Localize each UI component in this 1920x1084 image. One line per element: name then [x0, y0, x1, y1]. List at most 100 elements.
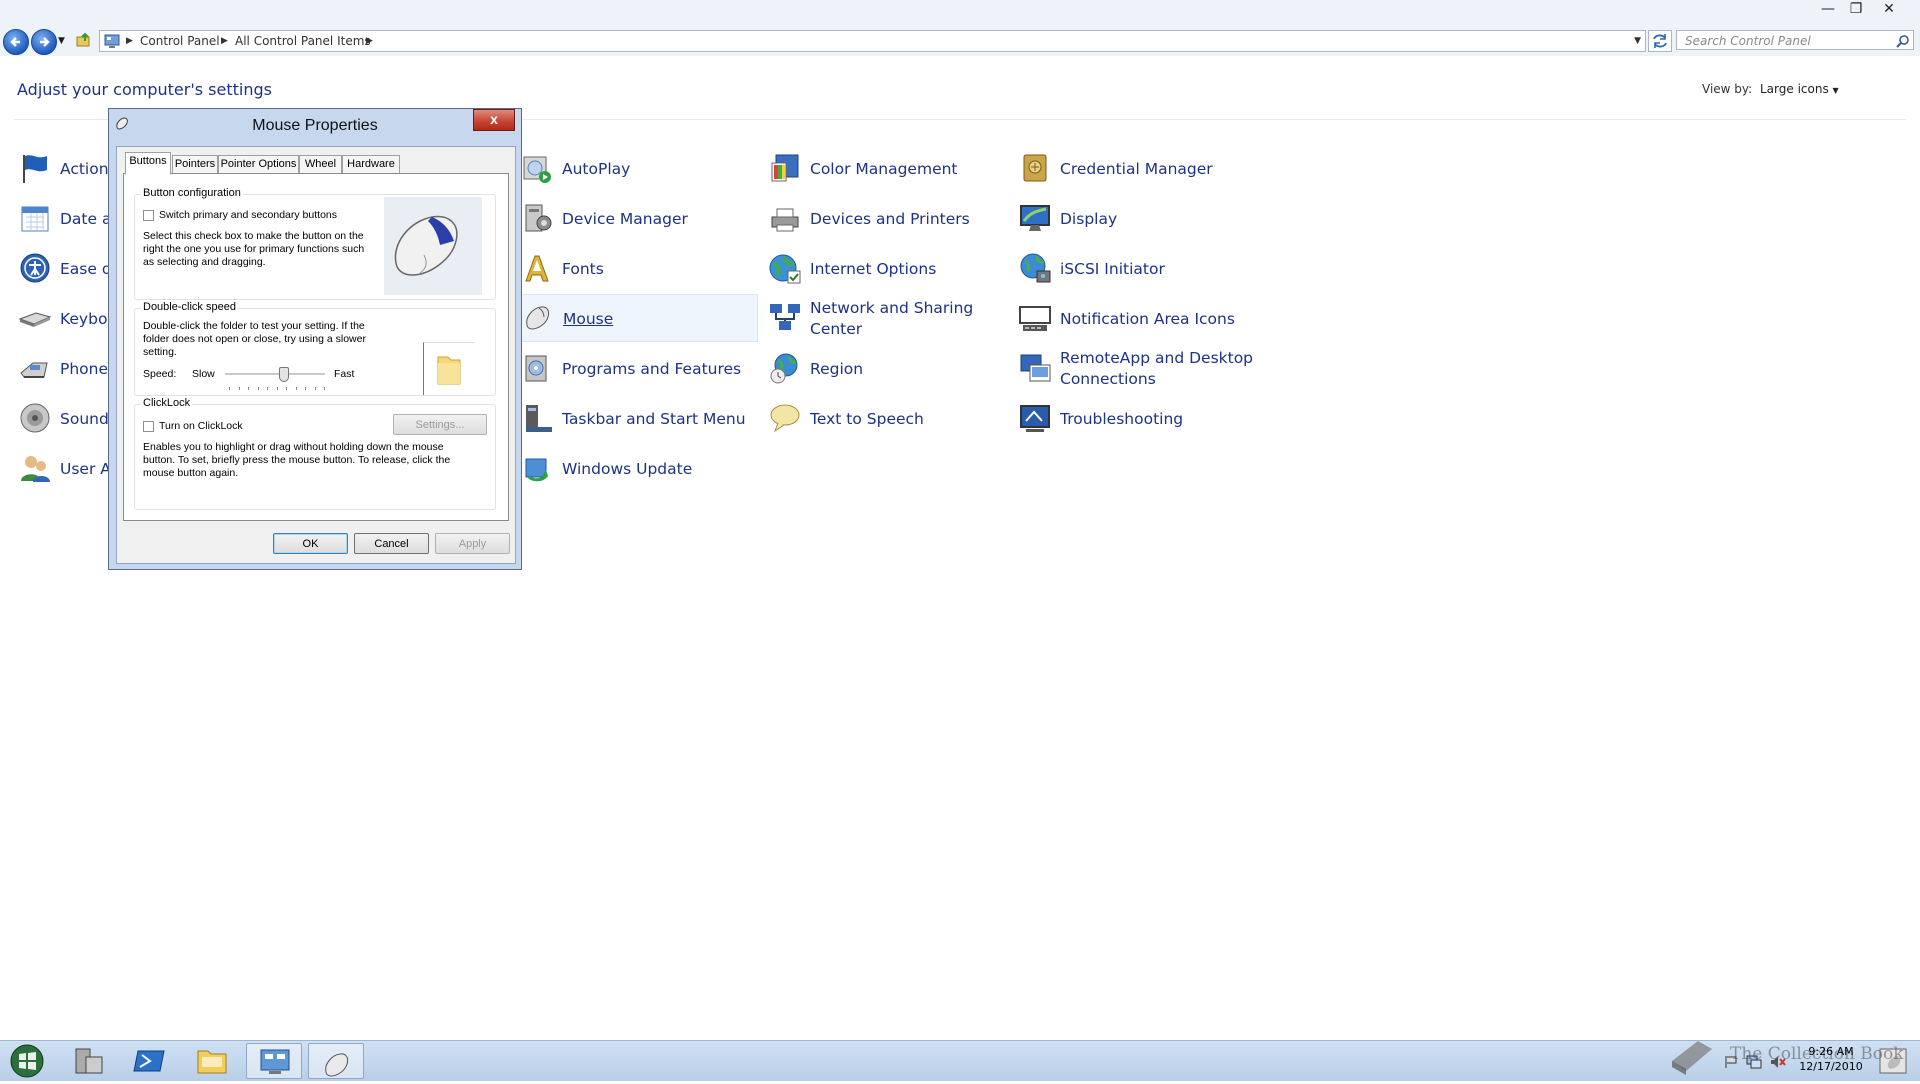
chevron-down-icon: ▼: [1832, 86, 1839, 95]
address-dropdown-icon[interactable]: ▼: [1634, 31, 1641, 51]
slider-track: [225, 373, 325, 376]
speed-label: Speed:: [143, 368, 177, 380]
mouse-icon: [325, 1053, 349, 1077]
item-text-to-speech[interactable]: Text to Speech: [768, 395, 1008, 443]
item-iscsi-initiator[interactable]: iSCSI Initiator: [1018, 245, 1258, 293]
window-titlebar: — ❐ ✕: [0, 0, 1920, 26]
buttons-tab-panel: Button configuration Switch primary and …: [123, 173, 509, 521]
item-credential-manager[interactable]: Credential Manager: [1018, 145, 1258, 193]
arrow-right-icon: [40, 37, 50, 47]
tab-pointers[interactable]: Pointers: [172, 155, 218, 174]
recent-pages-dropdown[interactable]: ▼: [58, 36, 65, 46]
minimize-icon[interactable]: —: [1815, 0, 1841, 20]
taskbar-mouse-properties[interactable]: [308, 1043, 364, 1079]
test-folder[interactable]: [423, 342, 474, 395]
flag-icon: [23, 155, 47, 183]
start-button[interactable]: [4, 1043, 50, 1079]
address-bar[interactable]: ▶ Control Panel ▶ All Control Panel Item…: [99, 30, 1646, 52]
book-logo-icon: [1672, 1041, 1712, 1075]
cancel-button[interactable]: Cancel: [354, 533, 429, 554]
folder-icon: [437, 356, 461, 385]
group-title: Button configuration: [141, 187, 243, 199]
taskbar-explorer[interactable]: [184, 1043, 240, 1079]
item-devices-printers[interactable]: Devices and Printers: [768, 195, 1008, 243]
slider-tick: [229, 387, 230, 390]
breadcrumb-separator-icon[interactable]: ▶: [221, 31, 228, 51]
taskbar-control-panel[interactable]: [246, 1043, 302, 1079]
slider-tick: [314, 387, 316, 390]
tab-buttons[interactable]: Buttons: [125, 152, 171, 175]
restore-icon[interactable]: ❐: [1843, 0, 1869, 20]
clicklock-label[interactable]: Turn on ClickLock: [159, 420, 243, 433]
clicklock-checkbox[interactable]: [143, 421, 154, 432]
breadcrumb-control-panel[interactable]: Control Panel: [140, 31, 220, 51]
ok-button[interactable]: OK: [273, 533, 348, 554]
item-windows-update[interactable]: Windows Update: [520, 445, 760, 493]
item-label: Text to Speech: [810, 409, 924, 428]
tab-pointer-options[interactable]: Pointer Options: [218, 155, 299, 174]
item-device-manager[interactable]: Device Manager: [520, 195, 760, 243]
double-click-speed-group: Double-click speed Double-click the fold…: [134, 301, 496, 396]
double-click-description: setting.: [143, 346, 177, 358]
phone-icon: [20, 362, 48, 378]
fast-label: Fast: [334, 368, 355, 380]
tab-hardware[interactable]: Hardware: [342, 155, 400, 174]
search-icon[interactable]: [1896, 34, 1910, 48]
taskbar-server-manager[interactable]: [60, 1043, 116, 1079]
item-label: Internet Options: [810, 259, 937, 278]
item-notification-area-icons[interactable]: Notification Area Icons: [1018, 295, 1258, 343]
item-label: Windows Update: [562, 459, 693, 478]
view-by-value: Large icons: [1760, 82, 1829, 96]
fonts-icon: [525, 255, 549, 282]
item-autoplay[interactable]: AutoPlay: [520, 145, 760, 193]
item-display[interactable]: Display: [1018, 195, 1258, 243]
refresh-button[interactable]: [1648, 30, 1672, 52]
slider-tick: [324, 387, 325, 390]
item-programs-features[interactable]: Programs and Features: [520, 345, 760, 393]
clicklock-settings-button[interactable]: Settings...: [393, 414, 487, 435]
item-fonts[interactable]: Fonts: [520, 245, 760, 293]
item-taskbar-start-menu[interactable]: Taskbar and Start Menu: [520, 395, 760, 443]
slider-tick: [238, 387, 240, 390]
forward-button[interactable]: [31, 29, 57, 55]
slider-ticks: [225, 387, 325, 391]
back-button[interactable]: [3, 29, 29, 55]
item-color-management[interactable]: Color Management: [768, 145, 1008, 193]
item-remoteapp[interactable]: RemoteApp and Desktop Connections: [1018, 345, 1258, 393]
view-by-dropdown[interactable]: Large icons ▼: [1760, 82, 1839, 96]
item-region[interactable]: Region: [768, 345, 1008, 393]
breadcrumb-separator-icon[interactable]: ▶: [366, 31, 373, 51]
item-mouse[interactable]: Mouse: [520, 294, 758, 342]
display-icon: [1020, 205, 1050, 231]
search-input[interactable]: Search Control Panel: [1676, 30, 1914, 50]
item-label: iSCSI Initiator: [1060, 259, 1165, 278]
switch-buttons-label[interactable]: Switch primary and secondary buttons: [159, 209, 337, 222]
dialog-close-button[interactable]: x: [473, 109, 515, 131]
breadcrumb-separator-icon[interactable]: ▶: [126, 31, 133, 51]
mouse-illustration: [384, 197, 482, 295]
slider-thumb[interactable]: [279, 367, 289, 382]
clicklock-description: button. To set, briefly press the mouse …: [143, 454, 451, 466]
page-title: Adjust your computer's settings: [17, 80, 272, 99]
taskbar-powershell[interactable]: [122, 1043, 178, 1079]
breadcrumb-all-items[interactable]: All Control Panel Items: [235, 31, 371, 51]
up-folder-icon[interactable]: [76, 32, 92, 48]
item-network-sharing[interactable]: Network and Sharing Center: [768, 295, 1008, 343]
item-label: Region: [810, 359, 864, 378]
tab-wheel[interactable]: Wheel: [299, 155, 342, 174]
double-click-speed-slider[interactable]: [225, 367, 325, 393]
item-internet-options[interactable]: Internet Options: [768, 245, 1008, 293]
close-icon[interactable]: ✕: [1876, 0, 1902, 20]
apply-button[interactable]: Apply: [435, 533, 510, 554]
windows-update-icon: [525, 458, 549, 482]
switch-buttons-checkbox[interactable]: [143, 210, 154, 221]
clicklock-description: mouse button again.: [143, 467, 239, 479]
taskbar-clock[interactable]: 9:26 AM 12/17/2010: [1786, 1044, 1876, 1074]
autoplay-icon: [523, 156, 551, 183]
item-label: Devices and Printers: [810, 209, 970, 228]
taskbar-icon: [526, 405, 552, 432]
calendar-icon: [21, 206, 49, 232]
mouse-image-icon: [394, 215, 458, 276]
item-troubleshooting[interactable]: Troubleshooting: [1018, 395, 1258, 443]
button-configuration-group: Button configuration Switch primary and …: [134, 187, 496, 300]
